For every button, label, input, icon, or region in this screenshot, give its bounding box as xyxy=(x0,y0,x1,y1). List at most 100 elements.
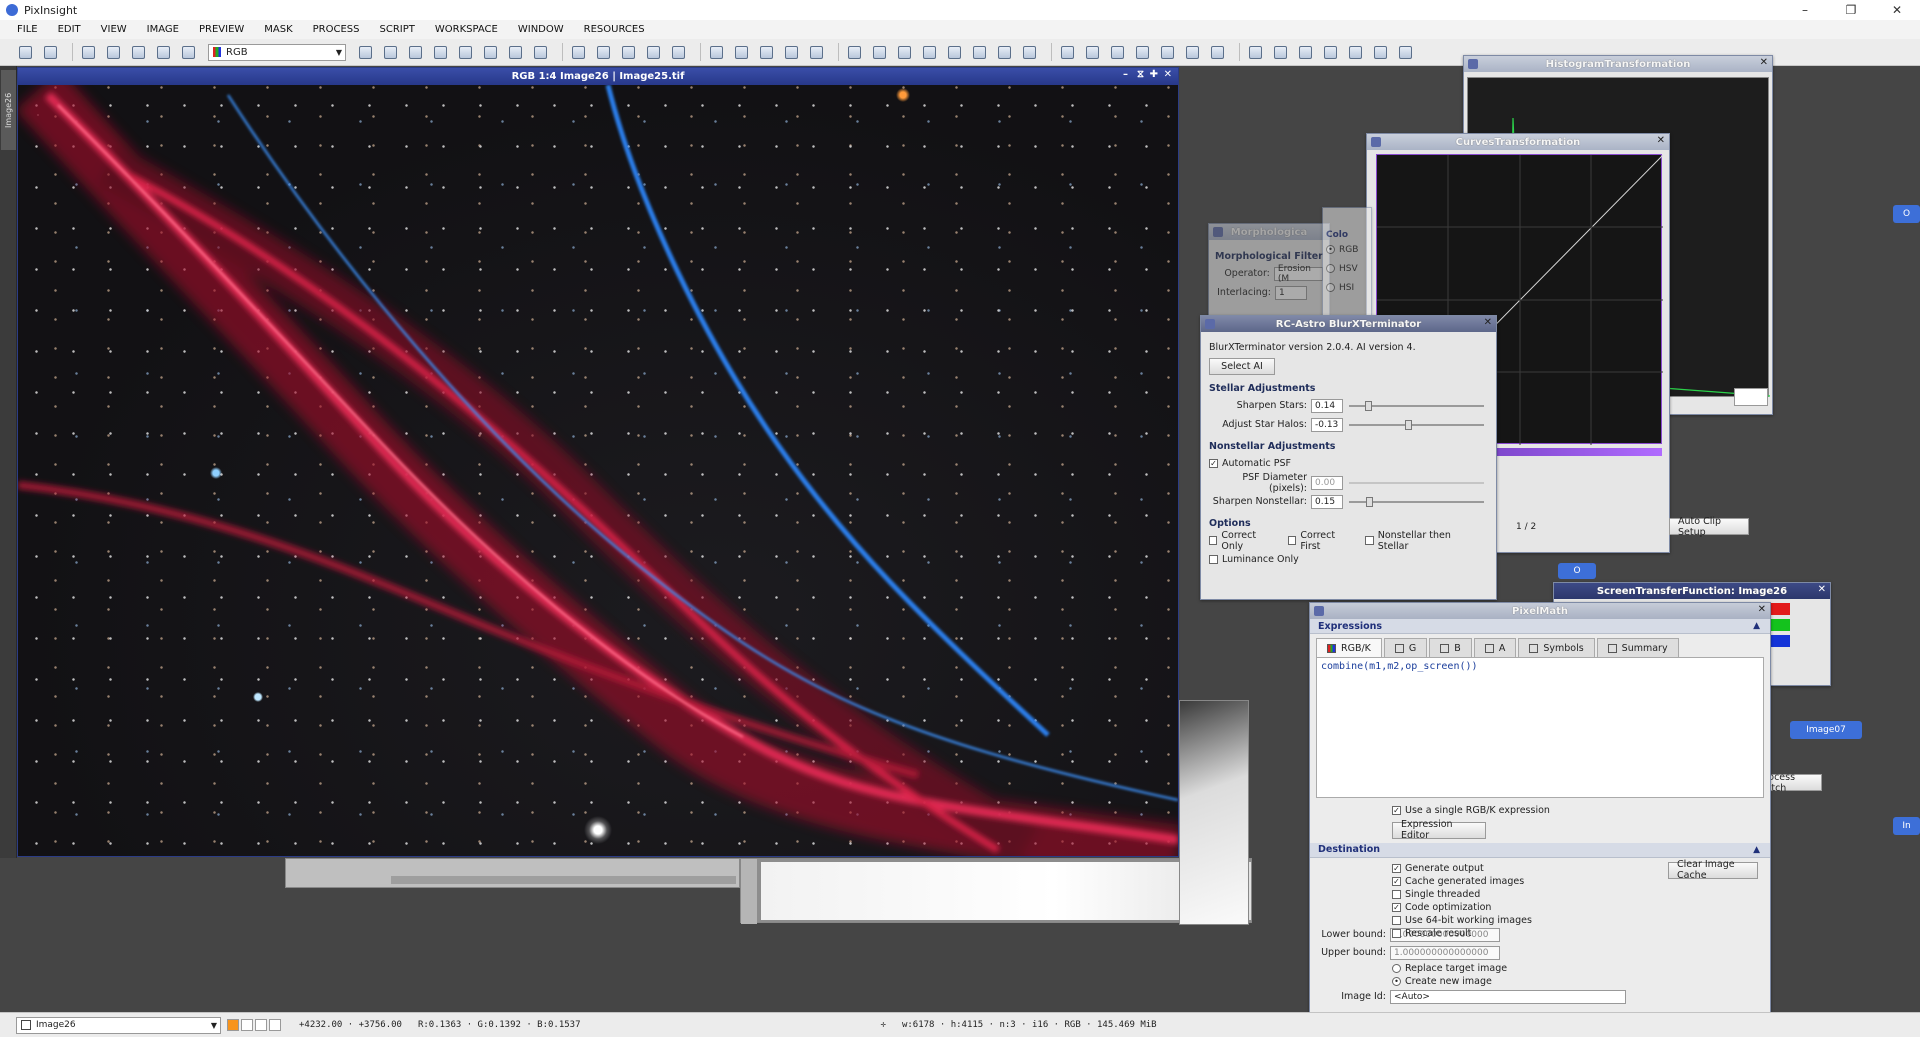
preview-edit-icon[interactable] xyxy=(481,43,500,62)
center-icon[interactable] xyxy=(431,43,450,62)
morph-operator-select[interactable]: Erosion (M xyxy=(1273,264,1323,284)
open-icon[interactable] xyxy=(104,43,123,62)
horizontal-scrollbar[interactable] xyxy=(391,876,736,884)
blurx-close-icon[interactable]: ✕ xyxy=(1484,317,1492,328)
menu-workspace[interactable]: WORKSPACE xyxy=(426,24,509,35)
curves-close-icon[interactable]: ✕ xyxy=(1657,135,1665,146)
menu-process[interactable]: PROCESS xyxy=(304,24,371,35)
workspace-icon[interactable] xyxy=(1133,43,1152,62)
image07-icon[interactable]: Image07 xyxy=(1790,721,1862,739)
nonstellar-then-stellar-checkbox[interactable] xyxy=(1365,536,1374,545)
stf-auto-icon[interactable] xyxy=(970,43,989,62)
astro-image-canvas[interactable] xyxy=(18,85,1178,856)
right-edge-in-icon[interactable]: In xyxy=(1893,817,1920,835)
mask-show-icon[interactable] xyxy=(870,43,889,62)
blurx-header[interactable]: RC-Astro BlurXTerminator ✕ xyxy=(1201,316,1496,332)
image-id-input[interactable]: <Auto> xyxy=(1390,989,1626,1004)
destination-section[interactable]: Destination ▲ xyxy=(1310,842,1770,858)
image-maximize-icon[interactable]: ✚ xyxy=(1150,69,1158,80)
sharpen-nonstellar-input[interactable]: 0.15 xyxy=(1311,494,1343,509)
pixelmath-close-icon[interactable]: ✕ xyxy=(1758,604,1766,615)
star-halos-slider[interactable] xyxy=(1349,419,1484,430)
mask-color-swatch[interactable] xyxy=(227,1019,239,1031)
mask-invert-icon[interactable] xyxy=(895,43,914,62)
menu-file[interactable]: FILE xyxy=(8,24,49,35)
script-icon[interactable] xyxy=(1396,43,1415,62)
display-mode-box[interactable] xyxy=(255,1019,267,1031)
tile-icon[interactable] xyxy=(1083,43,1102,62)
histogram-zoom-input[interactable] xyxy=(1734,388,1768,406)
mask-remove-icon[interactable] xyxy=(920,43,939,62)
collapse-up-icon[interactable]: ▲ xyxy=(1753,621,1760,631)
sharpen-nonstellar-knob[interactable] xyxy=(1366,496,1374,507)
tab-b[interactable]: B xyxy=(1429,638,1472,657)
display-mode-box[interactable] xyxy=(241,1019,253,1031)
undo-icon[interactable] xyxy=(16,43,35,62)
view-tab-image26[interactable]: Image26 xyxy=(1,70,16,150)
psf-diameter-slider[interactable] xyxy=(1349,481,1484,484)
mask-enable-icon[interactable] xyxy=(845,43,864,62)
monitor-icon[interactable] xyxy=(1246,43,1265,62)
cascade-icon[interactable] xyxy=(1108,43,1127,62)
monochrome-image-window[interactable] xyxy=(1179,700,1249,925)
right-edge-o-icon[interactable]: O xyxy=(1893,205,1920,223)
collapse-up-icon[interactable]: ▲ xyxy=(1753,845,1760,855)
tab-g[interactable]: G xyxy=(1383,638,1428,657)
red-window-icon[interactable] xyxy=(1346,43,1365,62)
move-icon[interactable] xyxy=(456,43,475,62)
automatic-psf-checkbox[interactable]: ✓ xyxy=(1209,459,1218,468)
option-checkbox[interactable] xyxy=(1392,928,1401,938)
tab-symbols[interactable]: Symbols xyxy=(1518,638,1595,657)
expression-editor[interactable]: combine(m1,m2,op_screen()) xyxy=(1316,658,1764,798)
option-checkbox[interactable]: ✓ xyxy=(1392,863,1401,873)
image-shade-icon[interactable]: ⧖ xyxy=(1137,69,1144,80)
cs-rgb-radio[interactable]: • xyxy=(1326,245,1335,254)
option-checkbox[interactable] xyxy=(1392,915,1401,925)
option-checkbox[interactable]: ✓ xyxy=(1392,876,1401,886)
morph-interlacing-input[interactable]: 1 xyxy=(1275,285,1307,300)
sharpen-stars-slider[interactable] xyxy=(1349,400,1484,411)
sharpen-nonstellar-slider[interactable] xyxy=(1349,496,1484,507)
channel-combination-dialog[interactable]: Colo • RGB HSV HSI xyxy=(1322,207,1372,317)
history-icon[interactable] xyxy=(1208,43,1227,62)
pixelmath-dialog[interactable]: PixelMath ✕ Expressions ▲ RGB/K G B A Symb… xyxy=(1309,602,1771,1035)
image-minimize-icon[interactable]: – xyxy=(1123,69,1128,80)
zoom-in-icon[interactable] xyxy=(569,43,588,62)
view-selector[interactable]: Image26 ▼ xyxy=(16,1016,221,1034)
stf-header[interactable]: ScreenTransferFunction: Image26 ✕ xyxy=(1554,583,1830,599)
readout-mode-icon[interactable] xyxy=(356,43,375,62)
zoom-mode-icon[interactable] xyxy=(381,43,400,62)
pixelmath-header[interactable]: PixelMath ✕ xyxy=(1310,603,1770,619)
stf-icon[interactable] xyxy=(945,43,964,62)
morphological-header[interactable]: Morphologica xyxy=(1209,224,1329,240)
upper-bound-input[interactable]: 1.000000000000000 xyxy=(1390,945,1500,960)
expressions-section[interactable]: Expressions ▲ xyxy=(1310,619,1770,634)
image-window-image26[interactable]: RGB 1:4 Image26 | Image25.tif – ⧖ ✚ ✕ xyxy=(17,67,1179,857)
star-halos-knob[interactable] xyxy=(1404,419,1412,430)
explorer-icon[interactable] xyxy=(1158,43,1177,62)
image-close-icon[interactable]: ✕ xyxy=(1164,69,1172,80)
morphological-dialog[interactable]: Morphologica Morphological Filter Operat… xyxy=(1208,223,1330,323)
correct-first-checkbox[interactable] xyxy=(1287,536,1297,545)
cs-hsi-radio[interactable] xyxy=(1326,283,1335,292)
display-icon[interactable] xyxy=(1296,43,1315,62)
dynamic-crop-icon[interactable] xyxy=(506,43,525,62)
stf-reset-icon[interactable] xyxy=(1020,43,1039,62)
menu-window[interactable]: WINDOW xyxy=(509,24,575,35)
zoom-out-icon[interactable] xyxy=(594,43,613,62)
screenshot-icon[interactable] xyxy=(1271,43,1290,62)
maximize-button[interactable]: ❐ xyxy=(1828,0,1874,20)
luminance-only-checkbox[interactable] xyxy=(1209,555,1218,564)
redo-icon[interactable] xyxy=(41,43,60,62)
zoom-in-alt-icon[interactable] xyxy=(619,43,638,62)
fit-view-icon[interactable] xyxy=(707,43,726,62)
auto-clip-setup-button[interactable]: Auto Clip Setup xyxy=(1669,516,1749,538)
menu-resources[interactable]: RESOURCES xyxy=(575,24,656,35)
layout-icon[interactable] xyxy=(1058,43,1077,62)
minimize-button[interactable]: – xyxy=(1782,0,1828,20)
menu-preview[interactable]: PREVIEW xyxy=(190,24,255,35)
zoom-out-alt-icon[interactable] xyxy=(644,43,663,62)
tab-a[interactable]: A xyxy=(1473,638,1517,657)
select-ai-button[interactable]: Select AI xyxy=(1209,358,1275,375)
image-window-header[interactable]: RGB 1:4 Image26 | Image25.tif – ⧖ ✚ ✕ xyxy=(18,68,1178,85)
